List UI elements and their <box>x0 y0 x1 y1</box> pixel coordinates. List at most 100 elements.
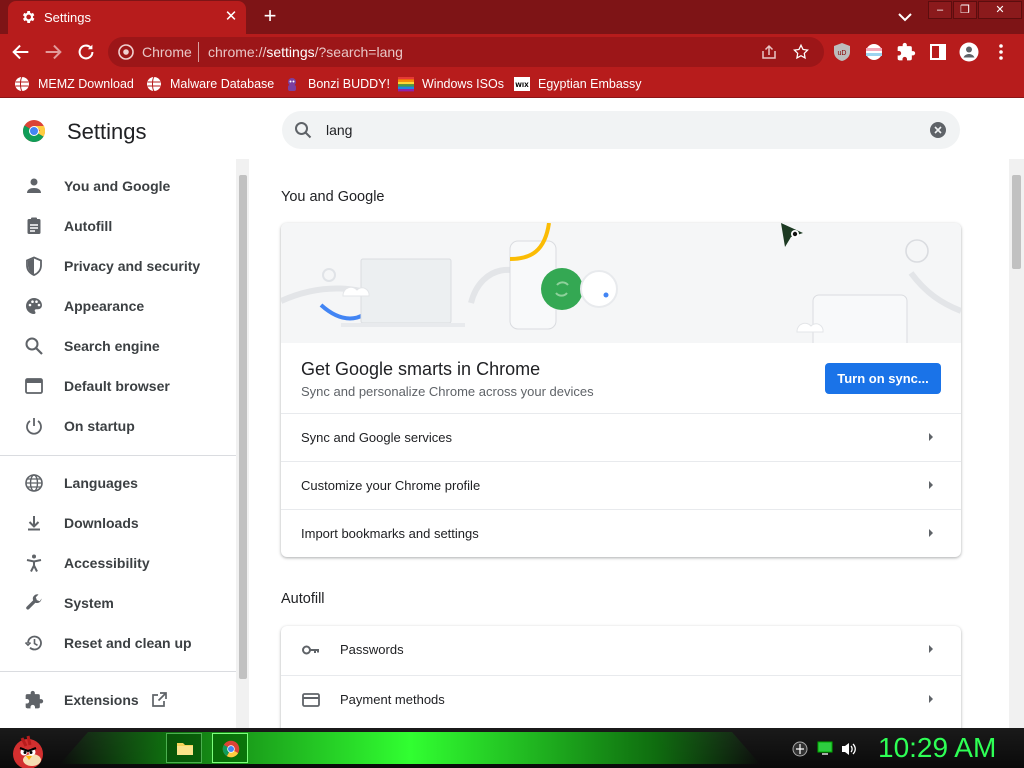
sidebar-item-downloads[interactable]: Downloads <box>0 503 236 543</box>
bookmark-memz[interactable]: MEMZ Download <box>14 75 134 93</box>
volume-icon[interactable] <box>840 741 858 757</box>
chrome-chip-label: Chrome <box>142 44 192 60</box>
tab-title: Settings <box>44 10 91 25</box>
taskbar-chrome[interactable] <box>212 733 248 763</box>
chevron-right-icon <box>929 695 933 703</box>
main-scrollbar-thumb[interactable] <box>1012 175 1021 269</box>
chrome-icon <box>222 740 240 758</box>
folder-icon <box>177 743 193 755</box>
chevron-right-icon <box>929 529 933 537</box>
taskbar-clock[interactable]: 10:29 AM <box>878 732 996 764</box>
sidebar-item-on-startup[interactable]: On startup <box>0 406 236 446</box>
bookmark-bonzi-buddy[interactable]: Bonzi BUDDY! <box>284 75 390 93</box>
globe-icon <box>15 76 29 92</box>
chrome-page-icon[interactable] <box>118 44 134 60</box>
wix-icon: WIX <box>514 77 530 91</box>
taskbar-glow-decoration <box>60 732 760 764</box>
tab-settings[interactable]: Settings ✕ <box>8 1 246 34</box>
address-bar[interactable]: Chrome chrome://settings/?search=lang <box>108 37 824 67</box>
back-arrow-icon[interactable] <box>10 41 32 63</box>
bookmark-malware-database[interactable]: Malware Database <box>146 75 274 93</box>
sidebar-item-languages[interactable]: Languages <box>0 463 236 503</box>
forward-arrow-icon[interactable] <box>42 41 64 63</box>
tray-shield-icon[interactable] <box>792 741 808 757</box>
sidebar-divider <box>0 671 236 672</box>
profile-flag-icon[interactable] <box>864 42 884 62</box>
new-tab-button[interactable]: + <box>258 5 282 28</box>
chevron-right-icon <box>929 645 933 653</box>
globe-icon <box>147 76 161 92</box>
person-icon <box>27 178 41 193</box>
bookmark-egyptian-embassy[interactable]: WIX Egyptian Embassy <box>514 75 642 93</box>
settings-search-input[interactable] <box>326 120 906 140</box>
turn-on-sync-button[interactable]: Turn on sync... <box>825 363 941 394</box>
search-icon <box>25 337 43 355</box>
sidebar-item-autofill[interactable]: Autofill <box>0 206 236 246</box>
window-close-button[interactable]: ✕ <box>978 1 1022 19</box>
menu-kebab-icon[interactable] <box>994 42 1008 62</box>
sidebar-item-accessibility[interactable]: Accessibility <box>0 543 236 583</box>
clear-search-icon[interactable] <box>930 122 946 138</box>
gear-icon <box>22 11 35 23</box>
share-icon[interactable] <box>760 43 778 61</box>
shield-icon <box>26 256 42 276</box>
palette-icon <box>26 298 42 314</box>
row-passwords[interactable]: Passwords <box>281 626 961 675</box>
bookmark-star-icon[interactable] <box>792 43 810 61</box>
row-import-bookmarks-and-settings[interactable]: Import bookmarks and settings <box>281 509 961 557</box>
tab-close-icon[interactable]: ✕ <box>222 8 240 26</box>
sidebar-scrollbar-thumb[interactable] <box>239 175 247 679</box>
sidebar-item-appearance[interactable]: Appearance <box>0 286 236 326</box>
settings-search-bar[interactable] <box>282 111 960 149</box>
bonzi-icon <box>288 78 296 91</box>
you-and-google-card: Get Google smarts in Chrome Sync and per… <box>281 223 961 557</box>
tab-search-chevron-icon[interactable] <box>893 7 917 27</box>
chrome-logo-icon <box>23 120 46 142</box>
network-monitor-icon[interactable] <box>816 741 834 757</box>
accessibility-icon <box>26 554 42 572</box>
reload-icon[interactable] <box>75 41 97 63</box>
key-icon <box>302 645 319 655</box>
sidebar-item-reset-and-clean-up[interactable]: Reset and clean up <box>0 623 236 663</box>
download-icon <box>28 516 40 531</box>
svg-text:uD: uD <box>838 50 847 57</box>
sync-illustration-graphic <box>281 223 961 352</box>
history-icon <box>24 635 42 651</box>
angry-bird-start-icon[interactable] <box>6 728 50 768</box>
bookmark-windows-isos[interactable]: Windows ISOs <box>398 75 504 93</box>
sidebar-item-search-engine[interactable]: Search engine <box>0 326 236 366</box>
ublock-origin-icon[interactable]: uD <box>832 42 852 62</box>
sidebar-item-you-and-google[interactable]: You and Google <box>0 166 236 206</box>
sync-promo-title: Get Google smarts in Chrome <box>301 359 541 379</box>
sidebar-item-privacy-and-security[interactable]: Privacy and security <box>0 246 236 286</box>
credit-card-icon <box>302 693 320 707</box>
search-icon <box>295 122 312 139</box>
sidebar-item-system[interactable]: System <box>0 583 236 623</box>
restore-button[interactable]: ❐ <box>953 1 977 19</box>
extensions-puzzle-icon[interactable] <box>896 42 916 62</box>
system-tray <box>782 736 872 762</box>
sync-promo-illustration <box>281 223 961 352</box>
row-sync-and-google-services[interactable]: Sync and Google services <box>281 413 961 461</box>
sidebar-divider <box>0 455 236 456</box>
taskbar-file-explorer[interactable] <box>166 733 202 763</box>
browser-window-icon <box>25 378 43 394</box>
minimize-button[interactable]: – <box>928 1 952 19</box>
settings-sidebar: You and Google Autofill Privacy and secu… <box>0 159 250 728</box>
row-customize-chrome-profile[interactable]: Customize your Chrome profile <box>281 461 961 509</box>
taskbar: 10:29 AM <box>0 728 1024 768</box>
settings-page: Settings You and Google Autofill Privacy… <box>0 99 1024 728</box>
sidebar-item-default-browser[interactable]: Default browser <box>0 366 236 406</box>
browser-toolbar: Chrome chrome://settings/?search=lang uD <box>0 34 1024 70</box>
side-panel-icon[interactable] <box>928 42 948 62</box>
sidebar-item-extensions[interactable]: Extensions <box>0 680 236 720</box>
section-heading-autofill: Autofill <box>281 591 325 607</box>
url-text[interactable]: chrome://settings/?search=lang <box>208 44 403 60</box>
globe-icon <box>25 474 43 492</box>
puzzle-icon <box>25 690 44 709</box>
chevron-right-icon <box>929 433 933 441</box>
chevron-right-icon <box>929 481 933 489</box>
row-payment-methods[interactable]: Payment methods <box>281 675 961 723</box>
windows-flag-icon <box>398 77 414 92</box>
profile-avatar-icon[interactable] <box>959 42 979 62</box>
